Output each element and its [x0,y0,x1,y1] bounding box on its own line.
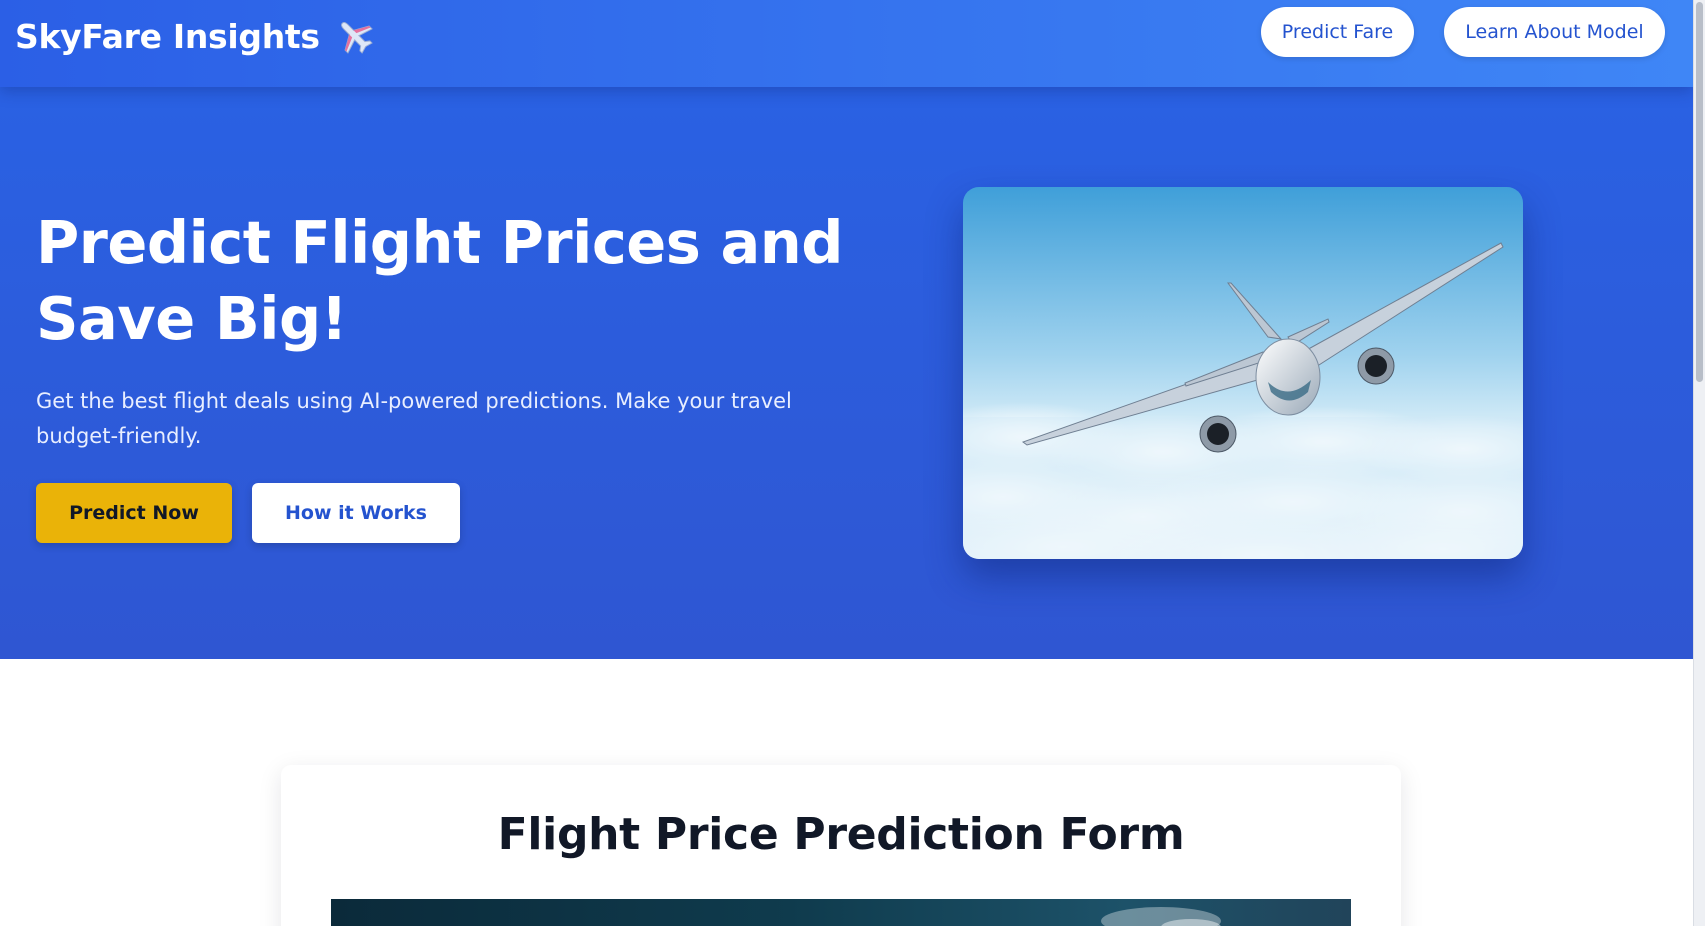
hero-section: SkyFare Insights Predict Fare Learn Abou… [0,0,1693,659]
hero-airplane-image [963,187,1523,559]
nav-learn-about-model-button[interactable]: Learn About Model [1444,7,1665,57]
viewport: SkyFare Insights Predict Fare Learn Abou… [0,0,1693,926]
page-scrollbar[interactable] [1693,0,1705,926]
predict-now-button[interactable]: Predict Now [36,483,232,543]
prediction-form-card: Flight Price Prediction Form [281,765,1401,926]
form-banner-image [331,899,1351,926]
form-title: Flight Price Prediction Form [497,809,1185,860]
brand-title: SkyFare Insights [15,16,320,56]
how-it-works-button[interactable]: How it Works [252,483,460,543]
hero-subtitle: Get the best flight deals using AI-power… [36,389,792,448]
page: SkyFare Insights Predict Fare Learn Abou… [0,0,1705,926]
brand[interactable]: SkyFare Insights [15,14,376,58]
top-navbar: SkyFare Insights Predict Fare Learn Abou… [0,0,1693,87]
airplane-icon [334,15,376,57]
scrollbar-thumb[interactable] [1696,2,1703,382]
hero-title: Predict Flight Prices and Save Big! [36,208,844,353]
nav-predict-fare-button[interactable]: Predict Fare [1261,7,1414,57]
